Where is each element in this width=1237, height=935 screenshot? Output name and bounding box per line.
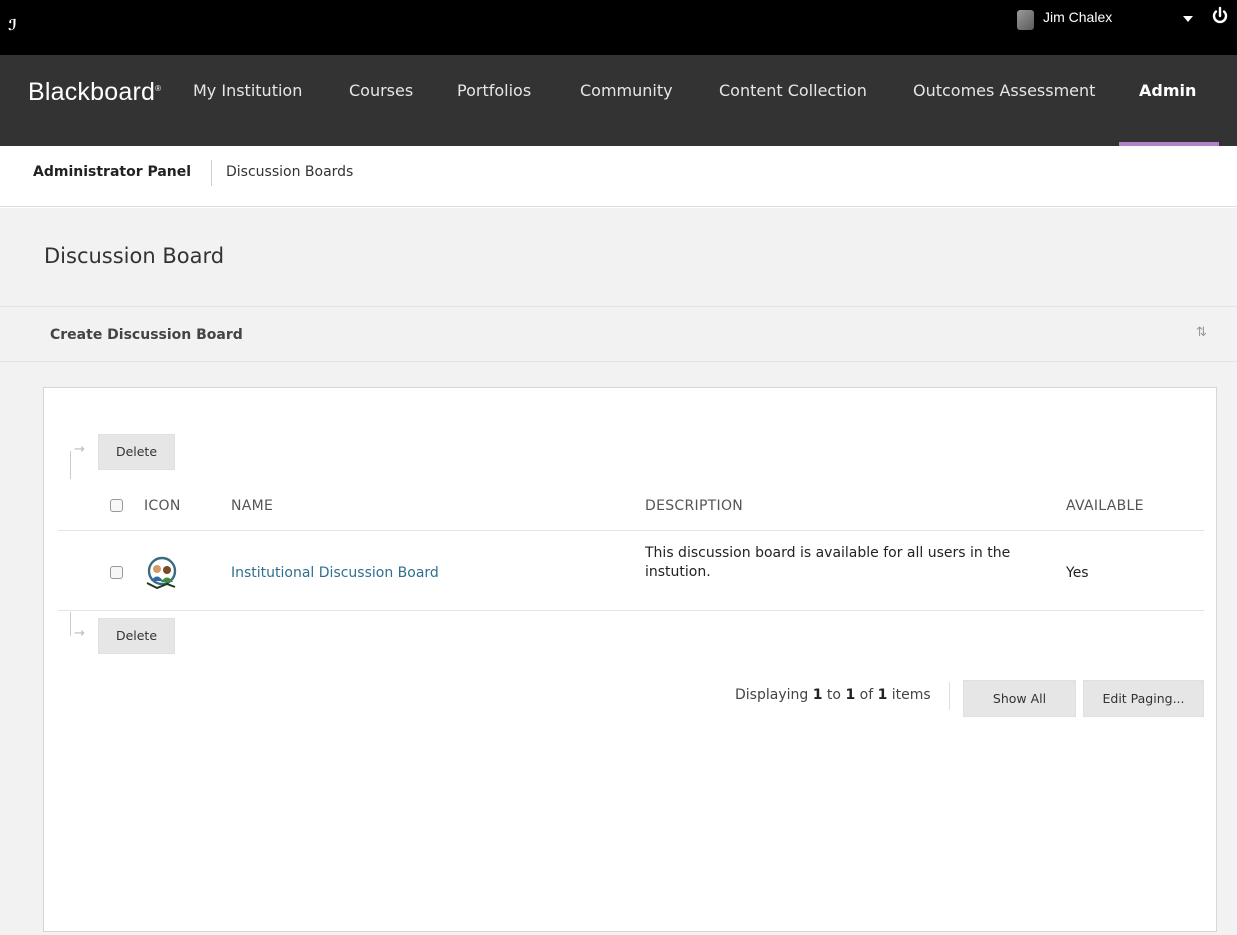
- column-header-available[interactable]: AVAILABLE: [1066, 498, 1144, 514]
- column-header-name[interactable]: NAME: [231, 498, 273, 514]
- nav-admin[interactable]: Admin: [1139, 81, 1196, 100]
- nav-portfolios[interactable]: Portfolios: [457, 81, 531, 100]
- main-nav: Blackboard® My Institution Courses Portf…: [0, 55, 1237, 146]
- select-all-checkbox[interactable]: [110, 499, 123, 512]
- discussion-board-description: This discussion board is available for a…: [645, 545, 1011, 580]
- row-checkbox[interactable]: [110, 566, 123, 579]
- breadcrumb-administrator-panel[interactable]: Administrator Panel: [33, 164, 191, 180]
- table-divider: [58, 610, 1204, 611]
- bulk-action-connector: [70, 451, 71, 479]
- blackboard-mini-logo-icon[interactable]: ℐ: [8, 16, 17, 34]
- sort-arrows-icon[interactable]: ⇅: [1196, 325, 1207, 340]
- breadcrumb: Administrator Panel Discussion Boards: [0, 146, 1237, 207]
- discussion-board-list-panel: → Delete ICON NAME DESCRIPTION AVAILABLE…: [43, 387, 1217, 932]
- action-bar: Create Discussion Board ⇅: [0, 306, 1237, 362]
- chevron-down-icon[interactable]: [1183, 16, 1193, 22]
- nav-courses[interactable]: Courses: [349, 81, 413, 100]
- discussion-board-link[interactable]: Institutional Discussion Board: [231, 565, 439, 581]
- edit-paging-button[interactable]: Edit Paging...: [1083, 680, 1204, 717]
- arrow-right-icon: →: [74, 626, 85, 641]
- breadcrumb-divider: [211, 160, 212, 186]
- user-avatar[interactable]: [1017, 10, 1034, 30]
- column-header-description[interactable]: DESCRIPTION: [645, 498, 743, 514]
- paging-divider: [949, 682, 950, 710]
- paging-summary: Displaying 1 to 1 of 1 items: [735, 687, 931, 703]
- column-header-icon[interactable]: ICON: [144, 498, 181, 514]
- table-divider: [58, 530, 1204, 531]
- user-name[interactable]: Jim Chalex: [1043, 9, 1112, 25]
- nav-outcomes-assessment[interactable]: Outcomes Assessment: [913, 81, 1095, 100]
- discussion-board-icon: [146, 556, 177, 589]
- nav-content-collection[interactable]: Content Collection: [719, 81, 867, 100]
- breadcrumb-current: Discussion Boards: [226, 164, 354, 180]
- availability-value: Yes: [1066, 565, 1089, 581]
- create-discussion-board-button[interactable]: Create Discussion Board: [50, 327, 243, 343]
- brand-logo[interactable]: Blackboard®: [28, 78, 161, 107]
- page-title: Discussion Board: [44, 244, 225, 268]
- power-icon[interactable]: [1210, 6, 1230, 26]
- bulk-action-connector: [70, 612, 71, 636]
- delete-button-top[interactable]: Delete: [98, 434, 175, 470]
- nav-community[interactable]: Community: [580, 81, 673, 100]
- show-all-button[interactable]: Show All: [963, 680, 1076, 717]
- arrow-right-icon: →: [74, 442, 85, 457]
- top-bar: ℐ Jim Chalex: [0, 0, 1237, 55]
- nav-my-institution[interactable]: My Institution: [193, 81, 302, 100]
- delete-button-bottom[interactable]: Delete: [98, 618, 175, 654]
